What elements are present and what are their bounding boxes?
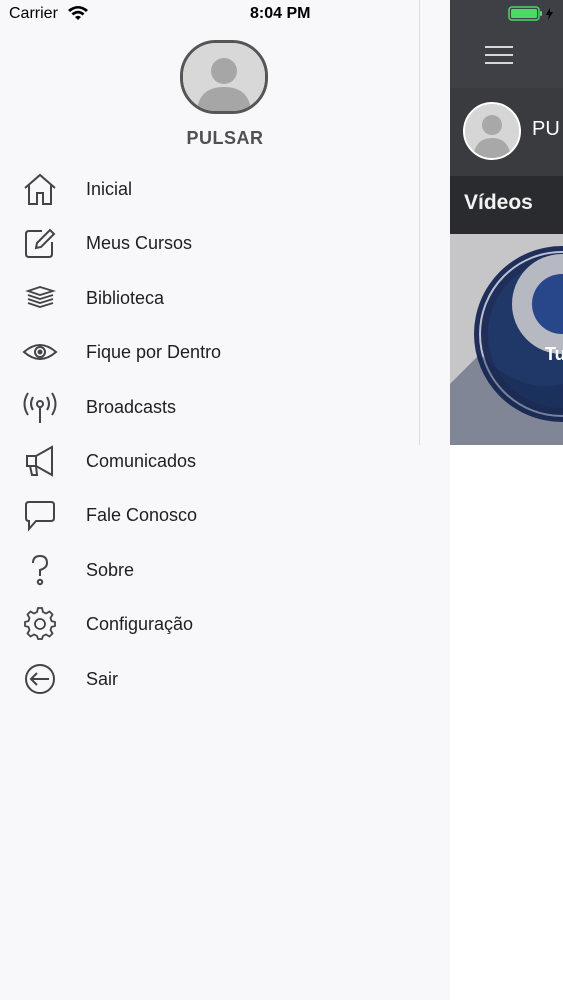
- wifi-icon: [67, 5, 89, 26]
- drawer-menu: Inicial Meus Cursos Biblioteca Fique por…: [0, 162, 450, 706]
- menu-label: Fale Conosco: [86, 505, 198, 526]
- avatar: [463, 102, 521, 160]
- carrier-label: Carrier: [9, 5, 58, 22]
- battery-icon: [508, 6, 558, 27]
- megaphone-icon: [22, 444, 58, 478]
- video-card[interactable]: Tu: [450, 234, 563, 445]
- menu-item-meus-cursos[interactable]: Meus Cursos: [0, 216, 450, 270]
- menu-item-comunicados[interactable]: Comunicados: [0, 434, 450, 488]
- section-title: Vídeos: [464, 191, 533, 214]
- menu-label: Inicial: [86, 179, 133, 199]
- profile-avatar[interactable]: [180, 40, 268, 114]
- broadcast-icon: [22, 390, 58, 424]
- menu-item-biblioteca[interactable]: Biblioteca: [0, 271, 450, 325]
- edit-icon: [22, 226, 58, 260]
- video-thumbnail: [450, 234, 563, 445]
- menu-label: Biblioteca: [86, 287, 165, 308]
- gear-icon: [22, 607, 58, 641]
- menu-item-fale-conosco[interactable]: Fale Conosco: [0, 488, 450, 542]
- profile-row[interactable]: PU: [450, 88, 563, 176]
- clock: 8:04 PM: [250, 5, 311, 22]
- menu-label: Meus Cursos: [86, 233, 193, 254]
- menu-item-fique-por-dentro[interactable]: Fique por Dentro: [0, 325, 450, 379]
- video-caption: Tu: [545, 344, 563, 364]
- section-header: Vídeos: [450, 176, 563, 234]
- user-name: PULSAR: [186, 128, 264, 148]
- menu-label: Fique por Dentro: [86, 342, 222, 363]
- books-icon: [22, 281, 58, 315]
- logout-icon: [22, 662, 58, 696]
- chat-bubble-icon: [22, 498, 58, 533]
- menu-label: Sair: [86, 668, 119, 689]
- status-bar: Carrier 8:04 PM: [0, 0, 563, 30]
- menu-label: Comunicados: [86, 450, 197, 471]
- menu-label: Broadcasts: [86, 396, 177, 417]
- menu-item-broadcasts[interactable]: Broadcasts: [0, 380, 450, 434]
- menu-label: Configuração: [86, 614, 194, 635]
- main-screen: PU Vídeos Tu: [450, 0, 563, 445]
- home-icon: [22, 172, 58, 206]
- menu-item-configuracao[interactable]: Configuração: [0, 597, 450, 651]
- side-drawer: PULSAR Inicial Meus Cursos Biblioteca Fi…: [0, 0, 450, 1000]
- menu-item-sair[interactable]: Sair: [0, 652, 450, 706]
- eye-icon: [22, 335, 58, 369]
- menu-item-inicial[interactable]: Inicial: [0, 162, 450, 216]
- menu-icon[interactable]: [485, 46, 513, 66]
- question-icon: [22, 553, 58, 587]
- menu-item-sobre[interactable]: Sobre: [0, 543, 450, 597]
- profile-name: PU: [532, 118, 560, 140]
- menu-label: Sobre: [86, 559, 135, 580]
